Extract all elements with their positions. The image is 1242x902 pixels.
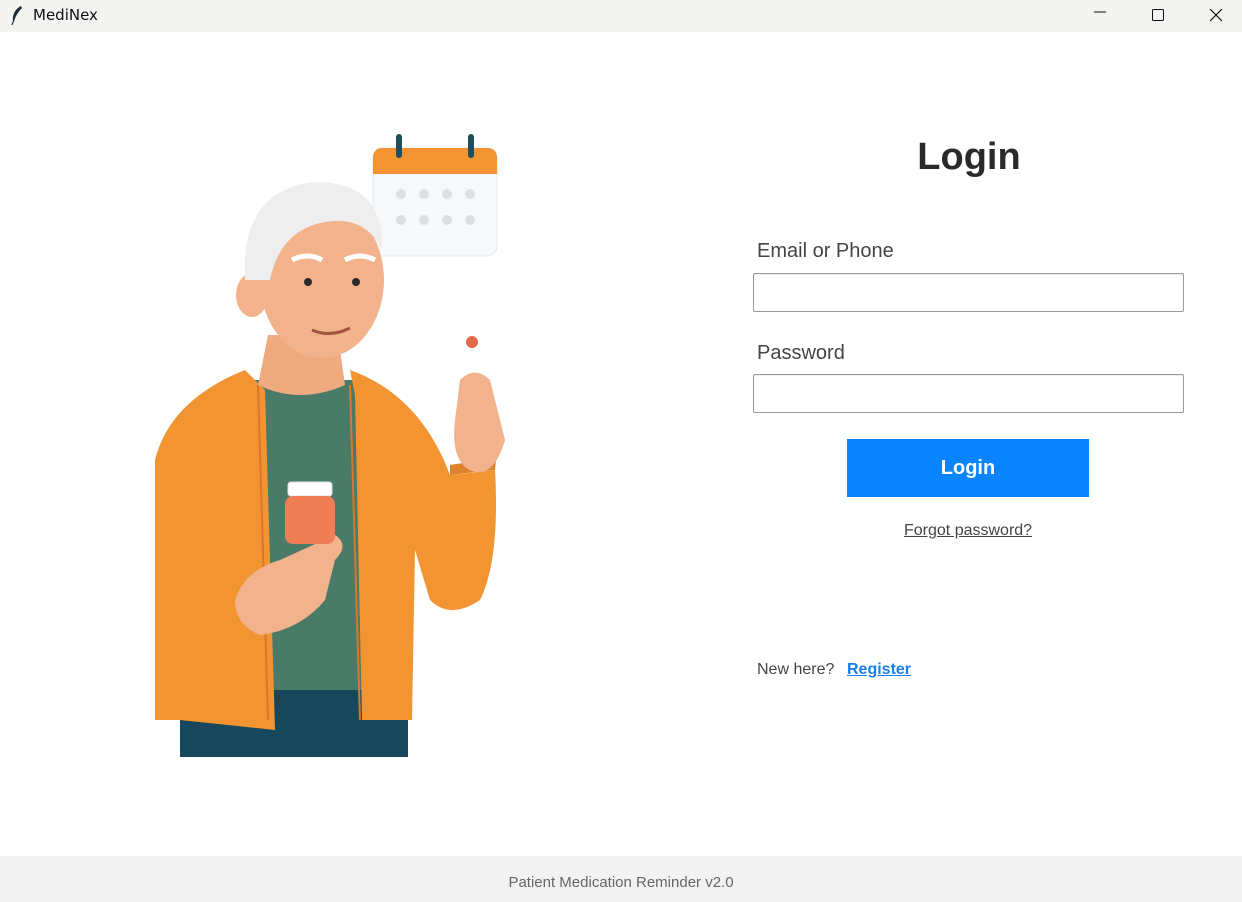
email-label: Email or Phone (757, 240, 894, 262)
email-field[interactable] (753, 273, 1184, 312)
close-icon (1209, 9, 1223, 22)
login-button[interactable]: Login (847, 439, 1089, 497)
feather-icon (11, 6, 22, 25)
title-bar: MediNex (0, 0, 1242, 32)
password-field[interactable] (753, 374, 1184, 413)
footer: Patient Medication Reminder v2.0 (0, 856, 1242, 902)
maximize-button[interactable] (1129, 0, 1187, 32)
login-title: Login (917, 136, 1021, 178)
password-label: Password (757, 342, 845, 364)
calendar-icon (372, 134, 498, 257)
new-here-text: New here? (757, 661, 835, 678)
footer-version-text: Patient Medication Reminder v2.0 (508, 874, 734, 891)
window-title: MediNex (33, 6, 98, 24)
minimize-icon (1094, 11, 1106, 13)
minimize-button[interactable] (1071, 0, 1129, 32)
maximize-icon (1152, 9, 1164, 21)
close-button[interactable] (1187, 0, 1242, 32)
register-link[interactable]: Register (847, 661, 911, 679)
forgot-password-link[interactable]: Forgot password? (904, 522, 1032, 540)
pill-bottle-icon (285, 481, 335, 544)
elderly-man-illustration (155, 134, 505, 757)
